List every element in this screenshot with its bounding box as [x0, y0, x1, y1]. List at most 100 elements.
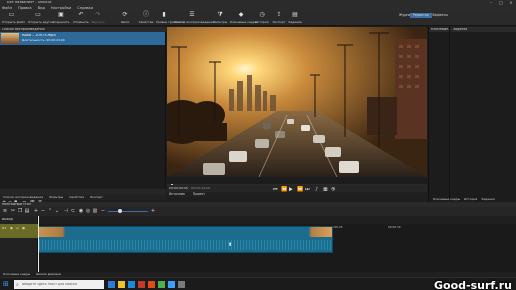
- search-placeholder: Введите здесь текст для поиска: [22, 283, 77, 286]
- ripple-icon[interactable]: ◎: [85, 208, 91, 214]
- filters-icon: ⧩: [217, 11, 223, 18]
- properties-button[interactable]: ⓘ Свойства: [138, 12, 154, 25]
- audio-meter-icon: ▮: [162, 11, 166, 18]
- app-icon-2[interactable]: [178, 281, 185, 288]
- zoom-slider[interactable]: [108, 210, 148, 212]
- jobs-panel-header: Задания: [451, 27, 516, 32]
- undo-button[interactable]: ↶ Отменить: [73, 12, 89, 25]
- redo-icon: ↷: [95, 11, 101, 18]
- keyframes-panel-header: Ключевые...: [429, 27, 451, 32]
- layout-effects[interactable]: Эффекты: [429, 13, 451, 18]
- zoom-in-icon[interactable]: +: [150, 208, 156, 214]
- video-frame: [167, 27, 427, 177]
- overwrite-icon[interactable]: ⌄: [54, 208, 60, 214]
- ruler-tick: 00:00:30: [388, 225, 401, 229]
- paste-icon[interactable]: ▤: [24, 208, 30, 214]
- playlist-panel: Список воспроизведения Road – 10973.mp4 …: [0, 27, 166, 205]
- task-view-icon[interactable]: [108, 281, 115, 288]
- timeline-playhead[interactable]: [38, 216, 39, 272]
- timeline-menu-icon[interactable]: ≡: [2, 208, 8, 214]
- playlist-title: Список воспроизведения: [2, 27, 45, 31]
- zoom-out-icon[interactable]: −: [100, 208, 106, 214]
- open-file-button[interactable]: ▭ Открыть файл: [2, 11, 25, 25]
- properties-icon: ⓘ: [142, 11, 149, 18]
- open-other-button[interactable]: ▭ Открыть другое: [28, 11, 54, 25]
- open-other-icon: ▭: [35, 11, 41, 18]
- export-button[interactable]: ⇪ Экспорт: [272, 12, 286, 25]
- transport-controls: ⏮ ⏪ ▶ ⏩ ⏭ ♪ ▦ ⊕: [273, 186, 335, 193]
- tab-project[interactable]: Проект: [193, 192, 205, 197]
- tab-properties[interactable]: Свойства: [69, 195, 84, 200]
- track-header-v1[interactable]: V1 ◉ ◎ ▣: [0, 224, 38, 238]
- edge-icon[interactable]: [128, 281, 135, 288]
- undo-icon: ↶: [78, 11, 84, 18]
- windows-taskbar: ⊞ ⌕ Введите здесь текст для поиска Good-…: [0, 277, 516, 290]
- windows-start-icon[interactable]: ⊞: [3, 281, 10, 288]
- timecode-current[interactable]: 00:00:00:00: [169, 187, 188, 190]
- ripple-all-icon[interactable]: ▥: [92, 208, 98, 214]
- tab-source[interactable]: Источник: [169, 192, 185, 197]
- transport-bar: 00:00:00:00 00:00:24:00 ⏮ ⏪ ▶ ⏩ ⏭ ♪ ▦ ⊕: [167, 185, 427, 192]
- copy-icon[interactable]: ❐: [17, 208, 23, 214]
- timecode-total: 00:00:24:00: [191, 186, 211, 190]
- opera-icon[interactable]: [138, 281, 145, 288]
- timeline-title: Монтажный стол: [2, 202, 31, 206]
- scrub-icon[interactable]: ◉: [78, 208, 84, 214]
- tab-export[interactable]: Экспорт: [90, 195, 103, 200]
- timeline-toolbar: ≡ ✂ ❐ ▤ + − ⌃ ⌄ ⊣ ⊂ ◉ ◎ ▥ − +: [0, 207, 516, 216]
- timeline-clip[interactable]: [38, 226, 333, 253]
- append-icon[interactable]: +: [33, 208, 39, 214]
- main-toolbar: ▭ Открыть файл ▭ Открыть другое ▣ Сохранить…: [0, 11, 516, 26]
- output-label: Выход: [2, 218, 13, 221]
- jobs-icon: ▤: [292, 11, 298, 18]
- firefox-icon[interactable]: [148, 281, 155, 288]
- watermark-text: Good-surf.ru: [433, 279, 512, 290]
- clip-waveform: [39, 240, 332, 250]
- viewer-scrubber[interactable]: 00:00:00 00:00:05 00:00:10 00:00:15 00:0…: [167, 177, 427, 191]
- search-icon: ⌕: [16, 281, 19, 288]
- viewer-tabs: Источник Проект: [167, 192, 427, 197]
- history-icon: ⟳: [122, 11, 128, 18]
- redo-button[interactable]: ↷ Вернуть: [91, 12, 105, 25]
- filters-button[interactable]: ⧩ Фильтры: [212, 12, 228, 25]
- playlist-button[interactable]: ☰ Список воспроизведения: [174, 11, 214, 25]
- tab-playlist[interactable]: Список воспроизведения: [3, 195, 43, 200]
- playlist-item[interactable]: Road – 10973.mp4 Длительность: 00:00:24:…: [0, 32, 165, 45]
- save-button[interactable]: ▣ Сохранить: [52, 12, 70, 25]
- clip-thumbnails: [39, 227, 332, 237]
- clip-name: Road – 10973.mp4: [22, 34, 56, 37]
- save-icon: ▣: [58, 11, 64, 18]
- lift-icon[interactable]: ⌃: [47, 208, 53, 214]
- export-icon: ⇪: [276, 11, 282, 18]
- keyframes-icon: ◆: [238, 11, 244, 18]
- timeline-ruler[interactable]: 00:00:00 00:00:05 00:00:10 00:00:15 00:0…: [38, 216, 516, 229]
- jobs-button[interactable]: ▤ Задание: [288, 12, 302, 25]
- timeline-area: Выход V1 ◉ ◎ ▣ 00:00:00 00:00:05 00:00:1…: [0, 216, 516, 272]
- open-folder-icon: ▭: [8, 11, 15, 18]
- playlist-icon: ☰: [189, 11, 195, 18]
- track-label: V1: [2, 227, 7, 230]
- remove-icon[interactable]: −: [40, 208, 46, 214]
- right-panels: Ключевые... Задания Ключевые кадры Истор…: [428, 27, 516, 202]
- audio-levels-button[interactable]: ▮ Уровни громкости: [156, 11, 185, 25]
- cut-icon[interactable]: ✂: [10, 208, 16, 214]
- window-title: Без названия* - Shotcut: [7, 1, 52, 5]
- file-explorer-icon[interactable]: [118, 281, 125, 288]
- app-icon[interactable]: [158, 281, 165, 288]
- history-button[interactable]: ◷ История: [254, 12, 270, 25]
- cursor-icon: ⬆: [228, 242, 233, 248]
- video-viewer[interactable]: [167, 27, 427, 177]
- history-clock-icon: ◷: [259, 11, 265, 18]
- lock-icon[interactable]: ▣: [22, 227, 25, 230]
- shotcut-icon[interactable]: [168, 281, 175, 288]
- tab-filters[interactable]: Фильтры: [49, 195, 63, 200]
- taskbar-search[interactable]: ⌕ Введите здесь текст для поиска: [14, 280, 104, 289]
- snap-icon[interactable]: ⊂: [70, 208, 76, 214]
- zoom-slider-handle[interactable]: [118, 209, 122, 213]
- mute-icon[interactable]: ◉: [10, 227, 13, 230]
- steps-button[interactable]: ⟳ Шаги: [118, 12, 132, 25]
- hide-icon[interactable]: ◎: [16, 227, 19, 230]
- playlist-tabs: Список воспроизведения Фильтры Свойства …: [0, 195, 166, 200]
- keyframes-button[interactable]: ◆ Ключевые кадры: [230, 11, 257, 25]
- split-icon[interactable]: ⊣: [63, 208, 69, 214]
